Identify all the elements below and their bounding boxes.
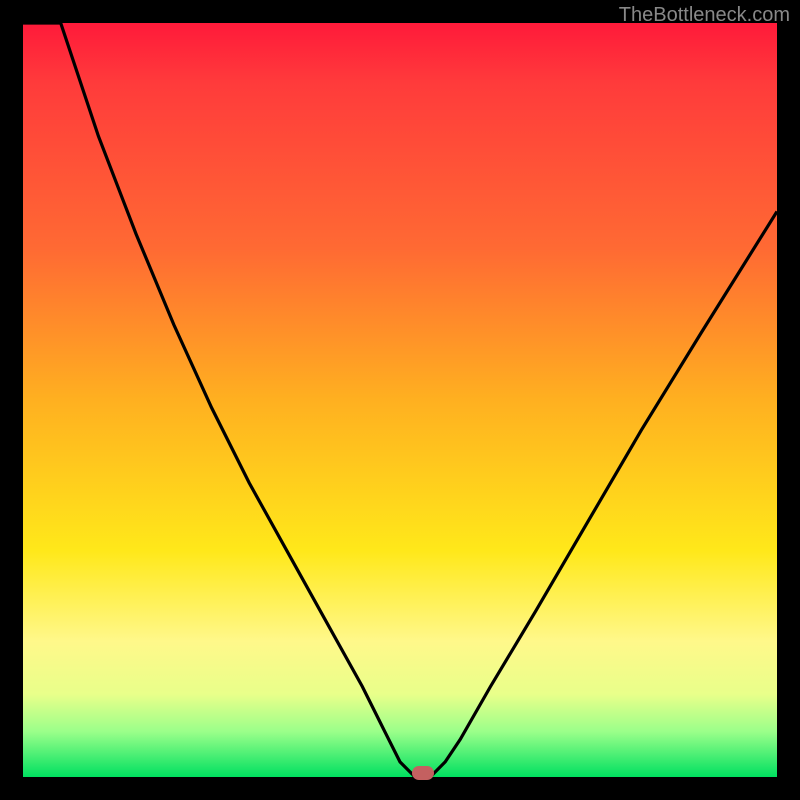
optimum-marker: [412, 766, 434, 780]
plot-area: [23, 23, 777, 777]
curve-svg: [23, 23, 777, 777]
watermark-text: TheBottleneck.com: [619, 4, 790, 27]
bottleneck-curve: [23, 23, 777, 777]
chart-container: TheBottleneck.com: [0, 0, 800, 800]
